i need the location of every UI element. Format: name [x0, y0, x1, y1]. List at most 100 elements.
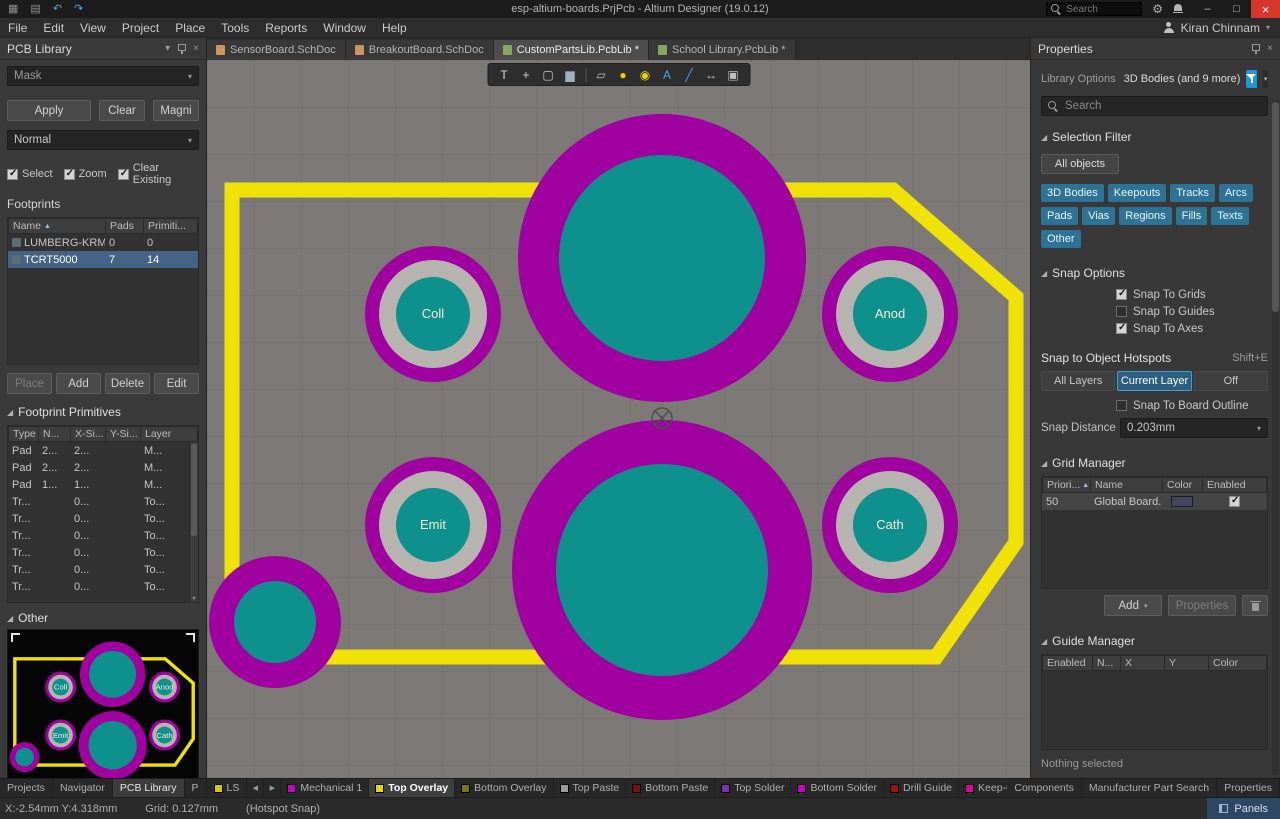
filter-chip[interactable]: Texts	[1211, 207, 1249, 225]
menu-item[interactable]: Place	[167, 18, 213, 38]
library-options-value[interactable]: 3D Bodies (and 9 more)	[1124, 73, 1241, 85]
snap-option[interactable]: Snap To Axes	[1116, 322, 1268, 335]
document-tab[interactable]: BreakoutBoard.SchDoc	[346, 40, 494, 60]
scroll-right-icon[interactable]: ▶	[264, 779, 281, 797]
filter-dropdown-button[interactable]: ▾	[1263, 70, 1268, 88]
footprint-primitives-section[interactable]: ◢ Footprint Primitives	[7, 405, 199, 419]
document-tab[interactable]: CustomPartsLib.PcbLib *	[494, 40, 649, 60]
filter-button[interactable]	[1246, 70, 1257, 88]
global-search-input[interactable]	[1066, 4, 1136, 15]
checkbox[interactable]	[1229, 496, 1240, 507]
panel-tab[interactable]: Properties	[1217, 779, 1280, 797]
close-icon[interactable]: ×	[1267, 43, 1273, 54]
add-grid-button[interactable]: Add ▾	[1104, 595, 1162, 616]
layer-tab[interactable]: Mechanical 1	[281, 779, 369, 797]
grid-color-swatch[interactable]	[1171, 496, 1193, 507]
panel-tab[interactable]: Components	[1007, 779, 1082, 797]
layer-tab[interactable]: Top Solder	[715, 779, 791, 797]
footprint-action-button[interactable]: Delete	[105, 373, 150, 394]
filter-chip[interactable]: Fills	[1176, 207, 1208, 225]
column-header[interactable]: Name	[1091, 478, 1163, 492]
other-section[interactable]: ◢ Other	[7, 611, 199, 625]
filter-chip[interactable]: Vias	[1082, 207, 1115, 225]
panel-tab[interactable]: Manufacturer Part Search	[1082, 779, 1217, 797]
hotspot-mode-button[interactable]: Off	[1194, 371, 1268, 391]
document-tab[interactable]: School Library.PcbLib *	[649, 40, 796, 60]
column-header[interactable]: Priori...	[1043, 478, 1091, 492]
layer-tab[interactable]: Top Overlay	[369, 779, 455, 797]
menu-item[interactable]: File	[0, 18, 35, 38]
section-collapse-icon[interactable]: ◢	[7, 408, 13, 417]
scroll-left-icon[interactable]: ◀	[247, 779, 264, 797]
toolbar-icon[interactable]: A	[657, 66, 677, 84]
toolbar-icon[interactable]: ▆	[560, 66, 580, 84]
footprint-action-button[interactable]: Add	[56, 373, 101, 394]
menu-item[interactable]: Window	[315, 18, 374, 38]
document-tab[interactable]: SensorBoard.SchDoc	[207, 40, 346, 60]
layer-tab[interactable]: Keep-Out Layer	[959, 779, 1007, 797]
column-header[interactable]: Primiti...	[144, 219, 197, 233]
filter-chip[interactable]: Keepouts	[1108, 184, 1166, 202]
view-checkbox[interactable]: Select	[7, 168, 53, 180]
column-header[interactable]: X	[1121, 656, 1165, 670]
clear-button[interactable]: Clear	[99, 100, 145, 121]
filter-chip[interactable]: Other	[1041, 230, 1081, 248]
panel-tab[interactable]: PCB Library	[113, 779, 185, 797]
properties-search[interactable]	[1041, 96, 1268, 116]
guide-manager-section[interactable]: ◢ Guide Manager	[1041, 634, 1268, 648]
primitive-row[interactable]: Tr... 0... To...	[8, 527, 198, 544]
primitive-row[interactable]: Pad 2... 2... M...	[8, 442, 198, 459]
scrollbar[interactable]: ▾	[189, 442, 198, 602]
filter-chip[interactable]: 3D Bodies	[1041, 184, 1104, 202]
scroll-down-icon[interactable]: ▾	[190, 595, 198, 602]
snap-option[interactable]: Snap To Guides	[1116, 305, 1268, 318]
footprint-action-button[interactable]: Place	[7, 373, 52, 394]
column-header[interactable]: Enabled	[1043, 656, 1093, 670]
menu-item[interactable]: Project	[114, 18, 167, 38]
pad-top-center[interactable]	[559, 155, 765, 361]
panel-menu-icon[interactable]: ▾	[165, 43, 170, 54]
save-icon[interactable]: ▤	[30, 0, 40, 18]
checkbox[interactable]	[1116, 400, 1127, 411]
filter-chip[interactable]: Pads	[1041, 207, 1078, 225]
checkbox[interactable]	[1116, 323, 1127, 334]
close-icon[interactable]: ×	[193, 43, 199, 54]
column-header[interactable]: Pads	[106, 219, 144, 233]
layer-set-tab[interactable]: LS	[207, 779, 248, 797]
primitive-row[interactable]: Tr... 0... To...	[8, 561, 198, 578]
snap-options-section[interactable]: ◢ Snap Options	[1041, 266, 1268, 280]
redo-icon[interactable]: ↷	[74, 0, 83, 18]
column-header[interactable]: Name	[9, 219, 106, 233]
all-objects-button[interactable]: All objects	[1041, 154, 1119, 174]
checkbox[interactable]	[118, 169, 129, 180]
toolbar-icon[interactable]: ◉	[635, 66, 655, 84]
footprint-preview[interactable]: CollAnodEmitCath	[7, 629, 199, 778]
footprint-action-button[interactable]: Edit	[154, 373, 199, 394]
maximize-button[interactable]: □	[1222, 0, 1251, 18]
primitive-row[interactable]: Pad 2... 2... M...	[8, 459, 198, 476]
filter-chip[interactable]: Tracks	[1170, 184, 1215, 202]
snap-distance-dropdown[interactable]: 0.203mm ▾	[1120, 418, 1268, 438]
app-menu-icon[interactable]: ▦	[8, 0, 18, 18]
mode-dropdown[interactable]: Normal ▾	[7, 130, 199, 150]
primitive-row[interactable]: Tr... 0... To...	[8, 578, 198, 595]
pad-corner[interactable]	[234, 581, 316, 663]
pin-icon[interactable]	[177, 43, 186, 55]
toolbar-icon[interactable]: +	[516, 66, 536, 84]
scrollbar[interactable]	[1272, 100, 1279, 775]
toolbar-icon[interactable]: ↔	[701, 66, 721, 84]
primitive-row[interactable]: Tr... 0... To...	[8, 493, 198, 510]
menu-item[interactable]: Tools	[213, 18, 257, 38]
pcb-canvas[interactable]: CollAnodEmitCath T+▢▆▱●◉A╱↔▣	[207, 60, 1030, 778]
panels-button[interactable]: Panels	[1207, 798, 1280, 819]
mask-dropdown[interactable]: Mask ▾	[7, 66, 199, 86]
layer-tab[interactable]: Drill Guide	[884, 779, 959, 797]
column-header[interactable]: Color	[1163, 478, 1203, 492]
toolbar-icon[interactable]: ▱	[591, 66, 611, 84]
column-header[interactable]: Layer	[141, 427, 197, 441]
toolbar-icon[interactable]: T	[494, 66, 514, 84]
scrollbar-thumb[interactable]	[191, 444, 197, 536]
undo-icon[interactable]: ↶	[53, 0, 62, 18]
column-header[interactable]: N...	[39, 427, 71, 441]
checkbox[interactable]	[1116, 289, 1127, 300]
